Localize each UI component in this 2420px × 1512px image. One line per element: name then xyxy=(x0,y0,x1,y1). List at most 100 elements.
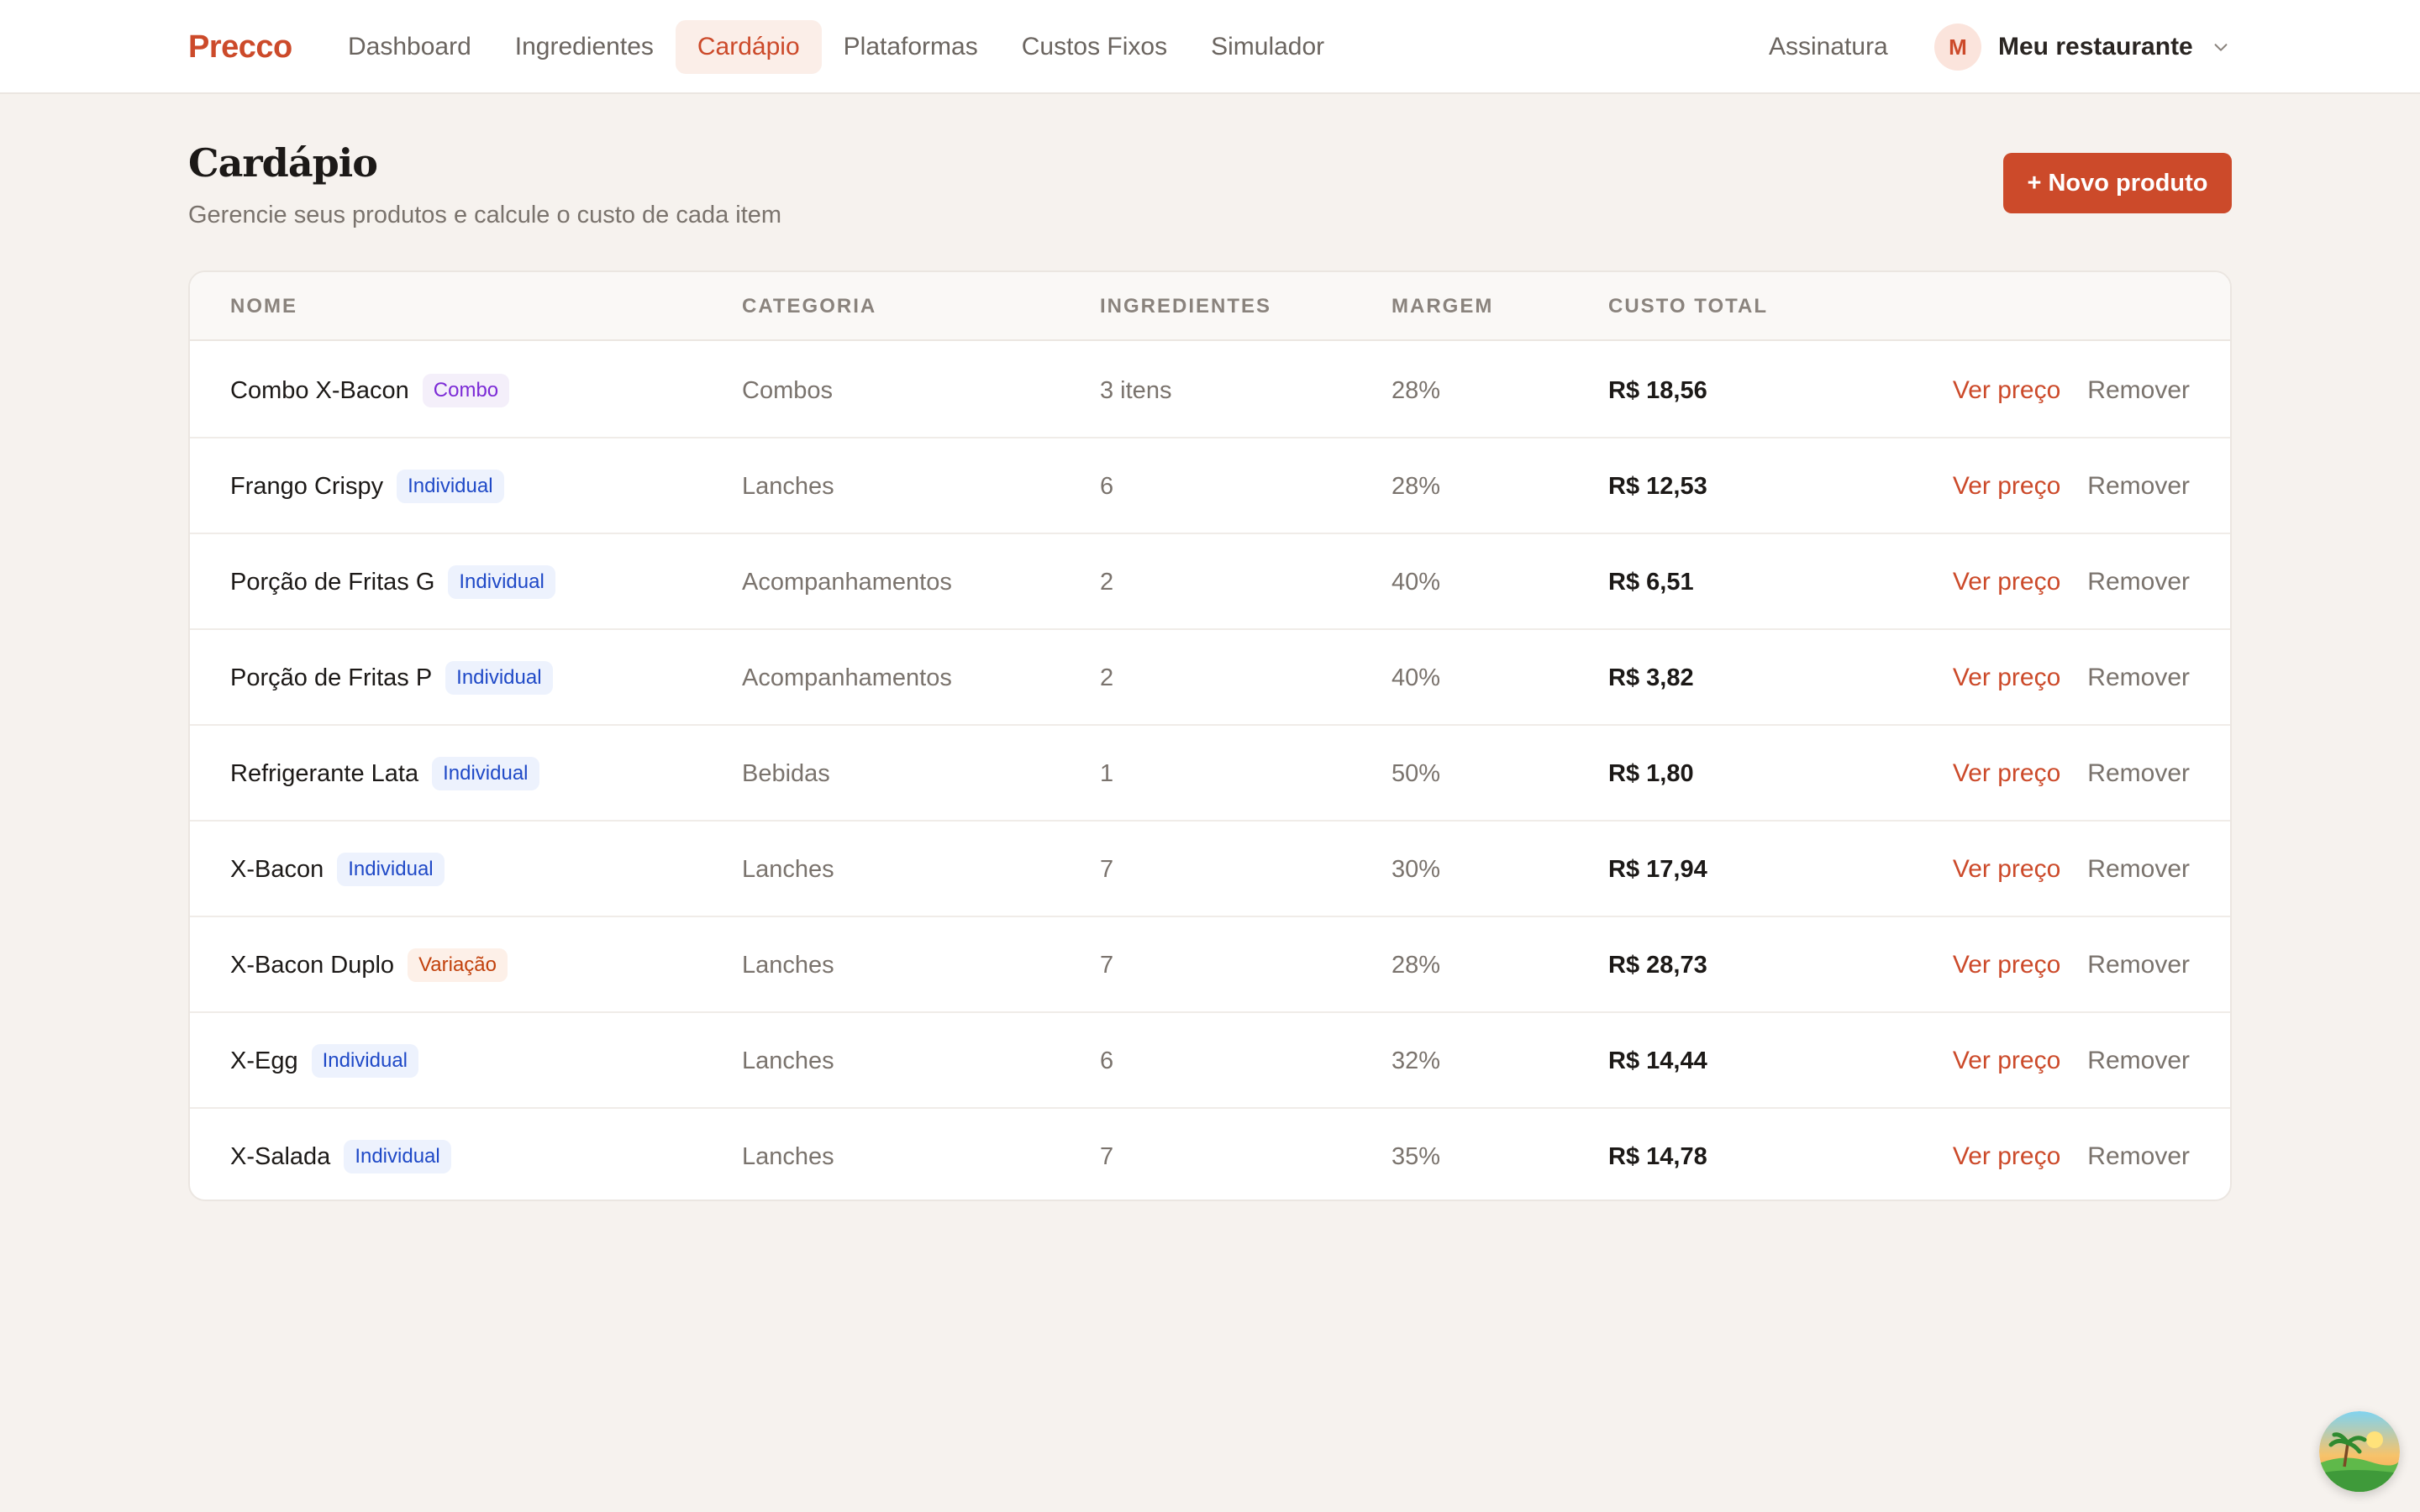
product-name-cell: Refrigerante Lata Individual xyxy=(230,726,539,822)
total-cost-cell: R$ 6,51 xyxy=(1608,568,1694,596)
table-row: Porção de Fritas G Individual Acompanhamen… xyxy=(190,534,2230,630)
view-price-link[interactable]: Ver preço xyxy=(1953,951,2060,979)
row-actions: Ver preço Remover xyxy=(1953,343,2190,438)
ingredients-cell: 3 itens xyxy=(1100,376,1172,404)
view-price-link[interactable]: Ver preço xyxy=(1953,855,2060,884)
nav-item-plataformas[interactable]: Plataformas xyxy=(822,20,1000,74)
table-row: X-Bacon Duplo Variação Lanches 7 28% R$ 28,73… xyxy=(190,917,2230,1013)
avatar: M xyxy=(1934,24,1981,71)
column-header-name[interactable]: NOME xyxy=(230,272,297,341)
view-price-link[interactable]: Ver preço xyxy=(1953,568,2060,596)
row-actions: Ver preço Remover xyxy=(1953,1013,2190,1109)
margin-cell: 40% xyxy=(1392,568,1441,596)
table-row: Combo X-Bacon Combo Combos 3 itens 28% R$ 18,… xyxy=(190,343,2230,438)
margin-cell: 32% xyxy=(1392,1047,1441,1074)
product-name-cell: X-Bacon Duplo Variação xyxy=(230,917,508,1013)
nav-item-cardapio[interactable]: Cardápio xyxy=(675,20,822,74)
ingredients-cell: 7 xyxy=(1100,1142,1114,1170)
total-cost-cell: R$ 18,56 xyxy=(1608,376,1707,404)
nav-item-dashboard[interactable]: Dashboard xyxy=(326,20,493,74)
total-cost-cell: R$ 28,73 xyxy=(1608,951,1707,979)
product-name: Refrigerante Lata xyxy=(230,759,419,787)
total-cost-cell: R$ 14,44 xyxy=(1608,1047,1707,1074)
product-name: Combo X-Bacon xyxy=(230,376,409,404)
ingredients-cell: 1 xyxy=(1100,759,1114,787)
product-type-badge: Combo xyxy=(422,374,510,407)
margin-cell: 50% xyxy=(1392,759,1441,787)
row-actions: Ver preço Remover xyxy=(1953,726,2190,822)
margin-cell: 28% xyxy=(1392,951,1441,979)
category-cell: Lanches xyxy=(742,1142,834,1170)
column-header-total-cost[interactable]: CUSTO TOTAL xyxy=(1608,272,1768,341)
category-cell: Lanches xyxy=(742,855,834,883)
category-cell: Combos xyxy=(742,376,833,404)
margin-cell: 28% xyxy=(1392,376,1441,404)
nav-item-ingredientes[interactable]: Ingredientes xyxy=(493,20,676,74)
brand-logo[interactable]: Precco xyxy=(188,25,292,69)
table-row: X-Bacon Individual Lanches 7 30% R$ 17,94 Ver … xyxy=(190,822,2230,917)
product-type-badge: Individual xyxy=(397,470,504,503)
product-type-badge: Individual xyxy=(432,757,539,790)
remove-link[interactable]: Remover xyxy=(2087,664,2190,692)
product-type-badge: Variação xyxy=(408,948,508,982)
product-name: Porção de Fritas P xyxy=(230,664,433,691)
product-type-badge: Individual xyxy=(445,661,553,695)
total-cost-cell: R$ 3,82 xyxy=(1608,664,1694,691)
ingredients-cell: 6 xyxy=(1100,1047,1114,1074)
view-price-link[interactable]: Ver preço xyxy=(1953,664,2060,692)
remove-link[interactable]: Remover xyxy=(2087,1142,2190,1171)
remove-link[interactable]: Remover xyxy=(2087,951,2190,979)
remove-link[interactable]: Remover xyxy=(2087,759,2190,788)
table-row: X-Egg Individual Lanches 6 32% R$ 14,44 Ver pr… xyxy=(190,1013,2230,1109)
column-header-category[interactable]: CATEGORIA xyxy=(742,272,876,341)
product-name-cell: X-Bacon Individual xyxy=(230,822,445,917)
product-type-badge: Individual xyxy=(344,1140,451,1173)
ingredients-cell: 2 xyxy=(1100,664,1114,691)
ingredients-cell: 7 xyxy=(1100,855,1114,883)
product-name-cell: X-Egg Individual xyxy=(230,1013,419,1109)
view-price-link[interactable]: Ver preço xyxy=(1953,1142,2060,1171)
column-header-ingredients[interactable]: INGREDIENTES xyxy=(1100,272,1271,341)
remove-link[interactable]: Remover xyxy=(2087,568,2190,596)
view-price-link[interactable]: Ver preço xyxy=(1953,759,2060,788)
nav-item-simulador[interactable]: Simulador xyxy=(1189,20,1346,74)
category-cell: Lanches xyxy=(742,472,834,500)
row-actions: Ver preço Remover xyxy=(1953,438,2190,534)
product-type-badge: Individual xyxy=(337,853,445,886)
product-name: X-Bacon Duplo xyxy=(230,951,395,979)
product-name-cell: Porção de Fritas G Individual xyxy=(230,534,555,630)
product-name: X-Bacon xyxy=(230,855,324,883)
category-cell: Bebidas xyxy=(742,759,830,787)
view-price-link[interactable]: Ver preço xyxy=(1953,472,2060,501)
remove-link[interactable]: Remover xyxy=(2087,1047,2190,1075)
column-header-margin[interactable]: MARGEM xyxy=(1392,272,1493,341)
chevron-down-icon xyxy=(2214,44,2228,51)
product-name-cell: Combo X-Bacon Combo xyxy=(230,343,510,438)
row-actions: Ver preço Remover xyxy=(1953,917,2190,1013)
subscription-link[interactable]: Assinatura xyxy=(1769,20,1888,74)
row-actions: Ver preço Remover xyxy=(1953,534,2190,630)
remove-link[interactable]: Remover xyxy=(2087,855,2190,884)
page-subtitle: Gerencie seus produtos e calcule o custo… xyxy=(188,202,782,228)
nav-item-custos-fixos[interactable]: Custos Fixos xyxy=(1000,20,1189,74)
product-name-cell: X-Salada Individual xyxy=(230,1109,451,1200)
table-row: X-Salada Individual Lanches 7 35% R$ 14,78 Ver… xyxy=(190,1109,2230,1200)
ingredients-cell: 6 xyxy=(1100,472,1114,500)
remove-link[interactable]: Remover xyxy=(2087,472,2190,501)
beach-landscape-icon[interactable] xyxy=(2319,1411,2400,1492)
account-menu[interactable]: M Meu restaurante xyxy=(1934,20,2230,74)
page-title: Cardápio xyxy=(188,140,378,186)
new-product-button[interactable]: + Novo produto xyxy=(2003,153,2232,213)
product-name: X-Salada xyxy=(230,1142,331,1170)
category-cell: Acompanhamentos xyxy=(742,664,952,691)
product-type-badge: Individual xyxy=(311,1044,419,1078)
product-type-badge: Individual xyxy=(448,565,555,599)
view-price-link[interactable]: Ver preço xyxy=(1953,376,2060,405)
remove-link[interactable]: Remover xyxy=(2087,376,2190,405)
total-cost-cell: R$ 17,94 xyxy=(1608,855,1707,883)
view-price-link[interactable]: Ver preço xyxy=(1953,1047,2060,1075)
top-navigation-bar: Precco Dashboard Ingredientes Cardápio P… xyxy=(0,0,2420,94)
category-cell: Acompanhamentos xyxy=(742,568,952,596)
ingredients-cell: 2 xyxy=(1100,568,1114,596)
margin-cell: 40% xyxy=(1392,664,1441,691)
